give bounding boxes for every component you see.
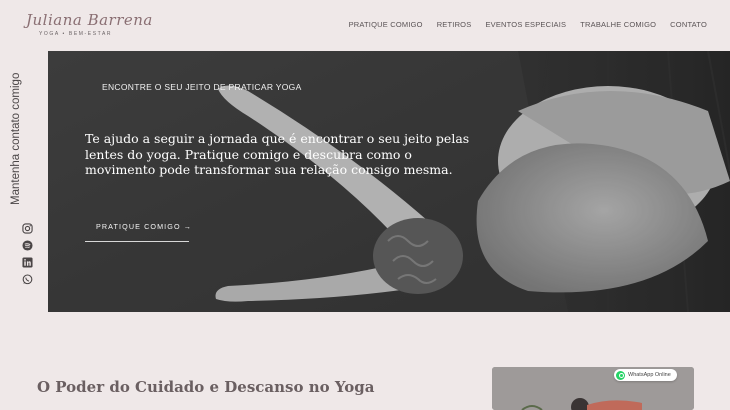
- whatsapp-icon[interactable]: [22, 274, 33, 285]
- nav-eventos-especiais[interactable]: EVENTOS ESPECIAIS: [485, 20, 566, 29]
- hero-description: Te ajudo a seguir a jornada que é encont…: [85, 131, 470, 177]
- logo-tagline: YOGA • BEM-ESTAR: [39, 31, 113, 37]
- nav-retiros[interactable]: RETIROS: [437, 20, 472, 29]
- nav-pratique-comigo[interactable]: PRATIQUE COMIGO: [349, 20, 423, 29]
- section-title: O Poder do Cuidado e Descanso no Yoga: [37, 378, 375, 396]
- main-nav: PRATIQUE COMIGO RETIROS EVENTOS ESPECIAI…: [349, 20, 707, 29]
- instagram-icon[interactable]: [22, 223, 33, 234]
- whatsapp-badge-icon: [616, 370, 625, 380]
- logo[interactable]: Juliana Barrena YOGA • BEM-ESTAR: [26, 11, 152, 39]
- whatsapp-online-badge[interactable]: WhatsApp Online: [614, 369, 677, 381]
- pratique-comigo-button[interactable]: PRATIQUE COMIGO →: [85, 222, 191, 242]
- linkedin-icon[interactable]: [22, 257, 33, 268]
- side-contact-text: Mantenha contato comigo: [10, 72, 22, 205]
- hero-kicker: ENCONTRE O SEU JEITO DE PRATICAR YOGA: [102, 82, 302, 92]
- nav-trabalhe-comigo[interactable]: TRABALHE COMIGO: [580, 20, 656, 29]
- spotify-icon[interactable]: [22, 240, 33, 251]
- logo-name: Juliana Barrena: [26, 11, 153, 29]
- hero-banner: ENCONTRE O SEU JEITO DE PRATICAR YOGA Te…: [48, 51, 730, 312]
- nav-contato[interactable]: CONTATO: [670, 20, 707, 29]
- whatsapp-badge-label: WhatsApp Online: [628, 372, 671, 378]
